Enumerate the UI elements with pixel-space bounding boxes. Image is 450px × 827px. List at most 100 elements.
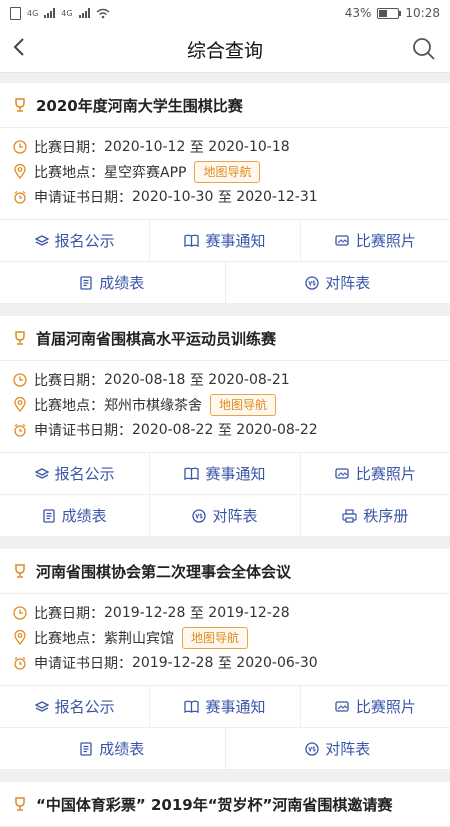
battery-percent: 43% xyxy=(345,6,372,20)
signup-button[interactable]: 报名公示 xyxy=(0,686,150,727)
pairing-button[interactable]: 对阵表 xyxy=(150,495,300,536)
pairing-button[interactable]: 对阵表 xyxy=(226,262,450,303)
event-card: 2020年度河南大学生围棋比赛 比赛日期： 2020-10-12 至 2020-… xyxy=(0,83,450,304)
event-details: 比赛日期： 2020-08-18 至 2020-08-21 比赛地点： 郑州市棋… xyxy=(0,361,450,453)
document-list-icon xyxy=(80,742,93,756)
image-icon xyxy=(335,234,350,247)
action-row-2: 成绩表 对阵表 xyxy=(0,262,450,304)
order-book-button[interactable]: 秩序册 xyxy=(301,495,450,536)
date-label: 比赛日期： xyxy=(34,370,104,390)
status-left: 4G 4G xyxy=(10,7,110,20)
photos-button[interactable]: 比赛照片 xyxy=(301,686,450,727)
action-row: 报名公示 赛事通知 比赛照片 xyxy=(0,686,450,728)
notice-button[interactable]: 赛事通知 xyxy=(150,220,300,261)
versus-icon xyxy=(305,276,319,290)
notice-button[interactable]: 赛事通知 xyxy=(150,686,300,727)
signal-type-2: 4G xyxy=(61,9,72,18)
event-place-row: 比赛地点： 星空弈赛APP 地图导航 xyxy=(12,159,438,184)
alarm-clock-icon xyxy=(12,190,28,204)
status-right: 43% 10:28 xyxy=(345,6,440,20)
cert-to: 2020-12-31 xyxy=(236,189,317,205)
signup-label: 报名公示 xyxy=(55,696,115,717)
date-to: 2020-10-18 xyxy=(208,139,289,155)
document-list-icon xyxy=(43,509,56,523)
clock: 10:28 xyxy=(405,6,440,20)
scores-button[interactable]: 成绩表 xyxy=(0,728,226,769)
pairing-button[interactable]: 对阵表 xyxy=(226,728,450,769)
cert-from: 2019-12-28 xyxy=(132,655,213,671)
signup-label: 报名公示 xyxy=(55,230,115,251)
signup-button[interactable]: 报名公示 xyxy=(0,453,150,494)
action-row-2: 成绩表 对阵表 秩序册 xyxy=(0,495,450,537)
to-label: 至 xyxy=(190,137,204,157)
photos-label: 比赛照片 xyxy=(356,463,416,484)
event-details: 比赛日期： 2019-12-28 至 2019-12-28 比赛地点： 紫荆山宾… xyxy=(0,594,450,686)
event-date-row: 比赛日期： 2020-08-18 至 2020-08-21 xyxy=(12,367,438,392)
map-nav-button[interactable]: 地图导航 xyxy=(182,627,248,649)
alarm-clock-icon xyxy=(12,656,28,670)
alarm-clock-icon xyxy=(12,423,28,437)
trophy-icon xyxy=(12,97,28,113)
event-cert-row: 申请证书日期： 2019-12-28 至 2020-06-30 xyxy=(12,650,438,675)
book-icon xyxy=(184,700,199,713)
pairing-label: 对阵表 xyxy=(212,505,257,526)
page-title: 综合查询 xyxy=(187,36,263,63)
book-icon xyxy=(184,467,199,480)
event-card-header[interactable]: 首届河南省围棋高水平运动员训练赛 xyxy=(0,316,450,361)
clock-icon xyxy=(12,140,28,154)
scores-button[interactable]: 成绩表 xyxy=(0,262,226,303)
map-nav-button[interactable]: 地图导航 xyxy=(194,161,260,183)
photos-label: 比赛照片 xyxy=(356,696,416,717)
cert-from: 2020-10-30 xyxy=(132,189,213,205)
event-card-header[interactable]: 河南省围棋协会第二次理事会全体会议 xyxy=(0,549,450,594)
event-card: “中国体育彩票” 2019年“贺岁杯”河南省围棋邀请赛 xyxy=(0,782,450,827)
back-icon[interactable] xyxy=(12,36,26,64)
cert-label: 申请证书日期： xyxy=(34,187,132,207)
signup-button[interactable]: 报名公示 xyxy=(0,220,150,261)
location-pin-icon xyxy=(12,630,28,645)
printer-icon xyxy=(342,509,357,523)
date-label: 比赛日期： xyxy=(34,137,104,157)
action-row: 报名公示 赛事通知 比赛照片 xyxy=(0,453,450,495)
sim-icon xyxy=(10,7,21,20)
cert-label: 申请证书日期： xyxy=(34,653,132,673)
book-icon xyxy=(184,234,199,247)
event-date-row: 比赛日期： 2019-12-28 至 2019-12-28 xyxy=(12,600,438,625)
date-to: 2019-12-28 xyxy=(208,605,289,621)
action-row: 报名公示 赛事通知 比赛照片 xyxy=(0,220,450,262)
trophy-icon xyxy=(12,563,28,579)
scores-label: 成绩表 xyxy=(99,738,144,759)
location-pin-icon xyxy=(12,164,28,179)
event-cert-row: 申请证书日期： 2020-08-22 至 2020-08-22 xyxy=(12,417,438,442)
nav-bar: 综合查询 xyxy=(0,26,450,73)
action-row-2: 成绩表 对阵表 xyxy=(0,728,450,770)
notice-button[interactable]: 赛事通知 xyxy=(150,453,300,494)
event-card-header[interactable]: 2020年度河南大学生围棋比赛 xyxy=(0,83,450,128)
signal-icon-2 xyxy=(79,8,90,18)
map-nav-button[interactable]: 地图导航 xyxy=(210,394,276,416)
photos-button[interactable]: 比赛照片 xyxy=(301,220,450,261)
place-label: 比赛地点： xyxy=(34,395,104,415)
event-place-row: 比赛地点： 紫荆山宾馆 地图导航 xyxy=(12,625,438,650)
search-icon[interactable] xyxy=(412,37,436,65)
scores-button[interactable]: 成绩表 xyxy=(0,495,150,536)
event-title: 河南省围棋协会第二次理事会全体会议 xyxy=(36,561,291,582)
event-card-header[interactable]: “中国体育彩票” 2019年“贺岁杯”河南省围棋邀请赛 xyxy=(0,782,450,827)
to-label: 至 xyxy=(190,603,204,623)
event-title: 2020年度河南大学生围棋比赛 xyxy=(36,95,243,116)
cert-from: 2020-08-22 xyxy=(132,422,213,438)
photos-button[interactable]: 比赛照片 xyxy=(301,453,450,494)
layers-icon xyxy=(35,234,49,248)
to-label: 至 xyxy=(190,370,204,390)
pairing-label: 对阵表 xyxy=(325,272,370,293)
image-icon xyxy=(335,700,350,713)
trophy-icon xyxy=(12,796,28,812)
notice-label: 赛事通知 xyxy=(205,463,265,484)
image-icon xyxy=(335,467,350,480)
to-label: 至 xyxy=(218,420,232,440)
event-date-row: 比赛日期： 2020-10-12 至 2020-10-18 xyxy=(12,134,438,159)
notice-label: 赛事通知 xyxy=(205,230,265,251)
event-details: 比赛日期： 2020-10-12 至 2020-10-18 比赛地点： 星空弈赛… xyxy=(0,128,450,220)
notice-label: 赛事通知 xyxy=(205,696,265,717)
date-from: 2019-12-28 xyxy=(104,605,185,621)
